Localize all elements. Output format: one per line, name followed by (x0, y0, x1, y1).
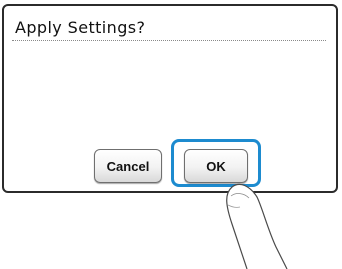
ok-button[interactable]: OK (184, 149, 248, 183)
title-divider (12, 40, 326, 41)
confirm-dialog: Apply Settings? (2, 4, 338, 193)
dialog-title: Apply Settings? (15, 18, 146, 37)
cancel-button[interactable]: Cancel (94, 149, 162, 183)
screen: Apply Settings? Cancel OK (0, 0, 342, 269)
